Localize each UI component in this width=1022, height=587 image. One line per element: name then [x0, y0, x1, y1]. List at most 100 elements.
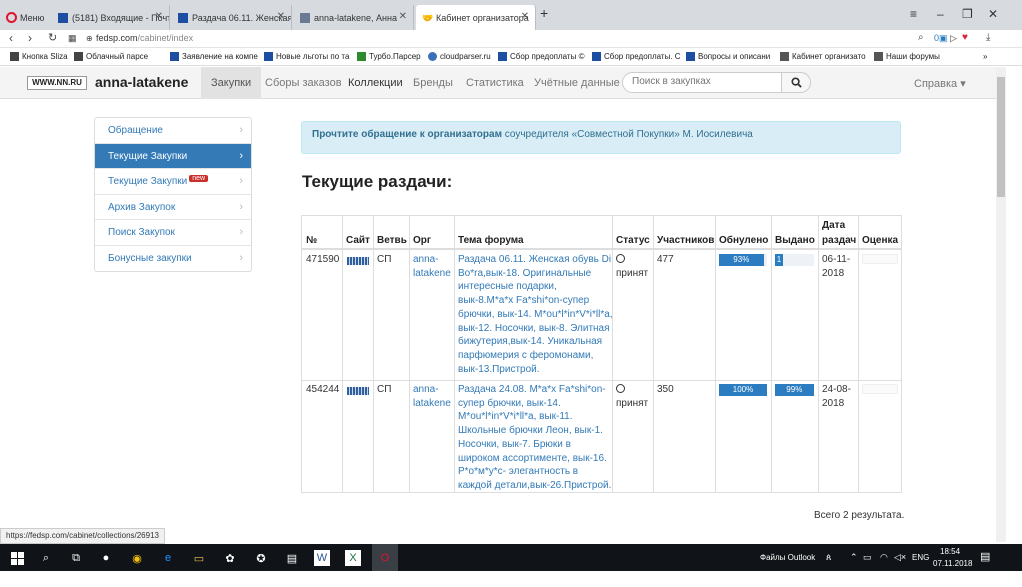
- nav-purchases[interactable]: Закупки: [201, 67, 262, 99]
- sidebar-item-archive[interactable]: Архив Закупок ›: [95, 195, 251, 220]
- column-divider: [715, 216, 716, 492]
- chevron-right-icon: ›: [239, 226, 243, 238]
- nav-account[interactable]: Учётные данные: [534, 77, 620, 89]
- row1-status: принят: [616, 253, 648, 280]
- clock-date[interactable]: 07.11.2018: [933, 559, 972, 568]
- tab-close-icon[interactable]: ✕: [277, 11, 285, 22]
- bookmark-icon: [592, 52, 601, 61]
- bookmark-item[interactable]: cloudparser.ru: [428, 52, 491, 61]
- edge-icon[interactable]: e: [160, 550, 176, 566]
- site-info-icon[interactable]: ⊕: [86, 34, 93, 43]
- row1-branch: СП: [377, 254, 392, 265]
- outlook-files[interactable]: Файлы Outlook: [760, 553, 815, 562]
- search-icon[interactable]: ⌕: [38, 550, 54, 566]
- clock-time[interactable]: 18:54: [940, 547, 960, 556]
- tab-close-icon[interactable]: ✕: [399, 11, 407, 22]
- header-zeroed: Обнулено: [719, 235, 769, 246]
- sidebar-item-current-purchases[interactable]: Текущие Закупки ›: [95, 143, 251, 169]
- notifications-icon[interactable]: ▤: [980, 550, 990, 563]
- sidebar-item-current-purchases-new[interactable]: Текущие Закупки new ›: [95, 169, 251, 195]
- bookmark-item[interactable]: Сбор предоплаты ©: [498, 52, 584, 61]
- search-page-icon[interactable]: ⌕: [918, 32, 924, 43]
- heart-icon[interactable]: ♥: [962, 32, 968, 43]
- speed-dial-icon[interactable]: ▦: [68, 33, 77, 44]
- page-scrollbar[interactable]: [996, 67, 1006, 542]
- forward-button[interactable]: ›: [28, 31, 32, 45]
- row2-rating[interactable]: [862, 384, 898, 394]
- bookmark-item[interactable]: Облачный парсе: [74, 52, 148, 61]
- url-field[interactable]: fedsp.com/cabinet/index: [96, 33, 193, 43]
- task-view-icon[interactable]: ⧉: [68, 550, 84, 566]
- mail-favicon-icon: [58, 12, 68, 23]
- bookmarks-overflow-icon[interactable]: »: [983, 52, 987, 61]
- bookmark-item[interactable]: Новые льготы по та: [264, 52, 349, 61]
- opera-taskbar-icon[interactable]: O: [372, 544, 398, 571]
- search-button[interactable]: [781, 72, 811, 93]
- windows-start-icon[interactable]: [9, 550, 25, 566]
- scrollbar-thumb[interactable]: [997, 77, 1005, 197]
- vpn-icon[interactable]: 0▣: [934, 33, 948, 44]
- nav-collections[interactable]: Коллекции: [348, 77, 403, 89]
- sidebar-item-search[interactable]: Поиск Закупок ›: [95, 220, 251, 246]
- calculator-icon[interactable]: ▤: [284, 550, 300, 566]
- minimize-button[interactable]: –: [937, 7, 944, 21]
- file-explorer-icon[interactable]: ▭: [191, 550, 207, 566]
- app-icon[interactable]: ✿: [222, 550, 238, 566]
- excel-icon[interactable]: X: [345, 550, 361, 566]
- tab-mail[interactable]: (5181) Входящие - Почта ✕: [52, 5, 170, 30]
- network-icon[interactable]: ▭: [863, 552, 872, 563]
- alert-link[interactable]: Прочтите обращение к организаторам: [312, 129, 502, 140]
- app-icon[interactable]: ✪: [253, 550, 269, 566]
- restore-button[interactable]: ❐: [962, 7, 973, 21]
- wifi-icon[interactable]: ◠: [880, 552, 888, 563]
- results-total: Всего 2 результата.: [814, 510, 905, 521]
- language-indicator[interactable]: ENG: [912, 553, 929, 562]
- download-icon[interactable]: ⤓: [986, 32, 990, 43]
- tab-profile[interactable]: anna-latakene, Анна ✕: [294, 5, 414, 30]
- close-window-button[interactable]: ✕: [988, 7, 998, 21]
- help-menu[interactable]: Справка ▾: [914, 77, 966, 90]
- send-icon[interactable]: ▷: [950, 33, 957, 44]
- row2-status: принят: [616, 383, 648, 410]
- tab-close-icon[interactable]: ✕: [521, 11, 529, 22]
- row1-rating[interactable]: [862, 254, 898, 264]
- tray-chevron-icon[interactable]: ⌃: [850, 552, 858, 563]
- row1-topic-link[interactable]: Раздача 06.11. Женская обувь Di Bo*ra,вы…: [458, 253, 613, 376]
- sidebar-item-bonus[interactable]: Бонусные закупки ›: [95, 246, 251, 272]
- chrome-icon[interactable]: ◉: [129, 550, 145, 566]
- address-bar: ‹ › ↻ ▦ ⊕ fedsp.com/cabinet/index ⌕ 0▣ ▷…: [0, 30, 1022, 48]
- sidebar-item-appeal[interactable]: Обращение ›: [95, 118, 251, 144]
- site-logo[interactable]: WWW.NN.RU: [27, 76, 87, 90]
- bookmark-item[interactable]: Сбор предоплаты. С: [592, 52, 681, 61]
- new-tab-button[interactable]: +: [540, 5, 548, 21]
- word-icon[interactable]: W: [314, 550, 330, 566]
- chevron-right-icon: ›: [239, 200, 243, 213]
- row2-org-link[interactable]: anna-latakene: [413, 383, 451, 410]
- tab-cabinet[interactable]: 🤝 Кабинет организатора ✕: [416, 5, 536, 30]
- nav-statistics[interactable]: Статистика: [466, 77, 524, 89]
- people-icon[interactable]: ጰ: [826, 552, 831, 563]
- row1-org-link[interactable]: anna-latakene: [413, 253, 451, 280]
- search-input[interactable]: [632, 76, 782, 87]
- back-button[interactable]: ‹: [9, 31, 13, 45]
- bookmark-item[interactable]: Кнопка Sliza: [10, 52, 68, 61]
- bookmark-item[interactable]: Кабинет организато: [780, 52, 866, 61]
- bookmark-item[interactable]: Турбо.Парсер: [357, 52, 421, 61]
- nav-order-collections[interactable]: Сборы заказов: [265, 77, 342, 89]
- tab-menu-icon[interactable]: ≡: [910, 7, 917, 21]
- opera-menu-button[interactable]: Меню: [0, 5, 46, 30]
- tab-close-icon[interactable]: ✕: [155, 11, 163, 22]
- row1-num: 471590: [306, 254, 340, 265]
- bookmark-item[interactable]: Заявление на компе: [170, 52, 258, 61]
- header-org: Орг: [413, 235, 432, 246]
- header-participants: Участников: [657, 235, 715, 246]
- volume-icon[interactable]: ◁×: [894, 552, 906, 563]
- app-icon[interactable]: ●: [98, 550, 114, 566]
- bookmark-item[interactable]: Наши форумы: [874, 52, 940, 61]
- reload-button[interactable]: ↻: [48, 31, 57, 44]
- tab-distribution[interactable]: Раздача 06.11. Женская о ✕: [172, 5, 292, 30]
- handshake-icon: [780, 52, 789, 61]
- bookmark-item[interactable]: Вопросы и описани: [686, 52, 770, 61]
- nav-brands[interactable]: Бренды: [413, 77, 453, 89]
- row2-topic-link[interactable]: Раздача 24.08. M*a*x Fa*shi*on- супер бр…: [458, 383, 611, 492]
